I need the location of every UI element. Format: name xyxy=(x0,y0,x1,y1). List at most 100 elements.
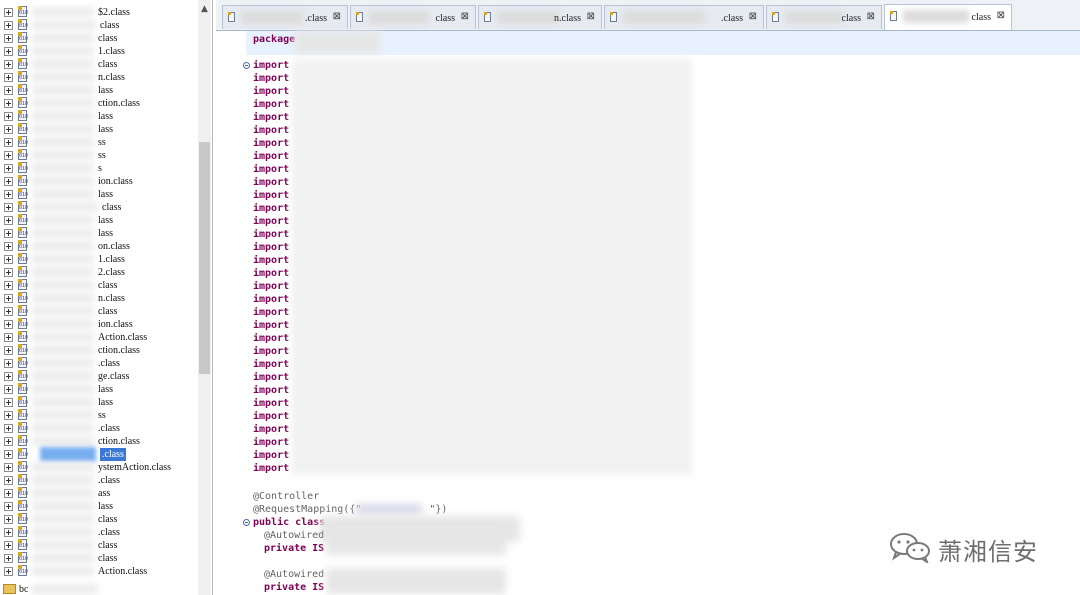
tree-item[interactable]: 010 1.class xyxy=(0,45,198,58)
scroll-thumb[interactable] xyxy=(199,142,210,374)
expand-plus-icon[interactable] xyxy=(4,34,13,43)
tree-item[interactable]: 010 ss xyxy=(0,409,198,422)
tree-item[interactable]: 010 class xyxy=(0,201,198,214)
editor-tab[interactable]: class ⊠ xyxy=(766,5,882,29)
tree-item[interactable]: 010 lass xyxy=(0,214,198,227)
tree-item[interactable]: 010 class xyxy=(0,58,198,71)
expand-plus-icon[interactable] xyxy=(4,554,13,563)
tree-item[interactable]: 010 class xyxy=(0,279,198,292)
expand-plus-icon[interactable] xyxy=(4,60,13,69)
editor-tab[interactable]: .class ⊠ xyxy=(222,5,348,29)
tree-item[interactable]: 010 lass xyxy=(0,227,198,240)
tree-item[interactable]: 010 Action.class xyxy=(0,565,198,578)
tree-item[interactable]: 010 .class xyxy=(0,526,198,539)
expand-plus-icon[interactable] xyxy=(4,268,13,277)
expand-plus-icon[interactable] xyxy=(4,528,13,537)
tree-item[interactable]: 010 on.class xyxy=(0,240,198,253)
tree-item[interactable]: 010 ction.class xyxy=(0,97,198,110)
tree-item[interactable]: 010 lass xyxy=(0,110,198,123)
expand-plus-icon[interactable] xyxy=(4,229,13,238)
editor-tab[interactable]: class ⊠ xyxy=(350,5,476,29)
tree-item[interactable]: 010 lass xyxy=(0,188,198,201)
close-icon[interactable]: ⊠ xyxy=(749,11,757,22)
tree-item[interactable]: 010 1.class xyxy=(0,253,198,266)
tree-item[interactable]: 010 class xyxy=(0,539,198,552)
fold-marker-icon[interactable] xyxy=(243,519,250,526)
close-icon[interactable]: ⊠ xyxy=(461,11,469,22)
expand-plus-icon[interactable] xyxy=(4,567,13,576)
tree-item[interactable]: 010 class xyxy=(0,32,198,45)
expand-plus-icon[interactable] xyxy=(4,21,13,30)
expand-plus-icon[interactable] xyxy=(4,125,13,134)
expand-plus-icon[interactable] xyxy=(4,515,13,524)
expand-plus-icon[interactable] xyxy=(4,450,13,459)
tree-item[interactable]: 010 $2.class xyxy=(0,6,198,19)
expand-plus-icon[interactable] xyxy=(4,424,13,433)
tree-item[interactable]: 010 class xyxy=(0,19,198,32)
tree-scrollbar[interactable]: ▲ xyxy=(198,0,211,595)
expand-plus-icon[interactable] xyxy=(4,333,13,342)
editor-tab[interactable]: class ⊠ xyxy=(884,4,1012,30)
scroll-up-arrow-icon[interactable]: ▲ xyxy=(198,2,211,16)
expand-plus-icon[interactable] xyxy=(4,255,13,264)
tree-item[interactable]: 010 ss xyxy=(0,149,198,162)
fold-marker-icon[interactable] xyxy=(243,62,250,69)
expand-plus-icon[interactable] xyxy=(4,359,13,368)
close-icon[interactable]: ⊠ xyxy=(867,11,875,22)
expand-plus-icon[interactable] xyxy=(4,281,13,290)
expand-plus-icon[interactable] xyxy=(4,47,13,56)
code-editor[interactable]: package import import import import import im… xyxy=(216,31,1080,595)
tree-item[interactable]: 010 2.class xyxy=(0,266,198,279)
close-icon[interactable]: ⊠ xyxy=(587,11,595,22)
expand-plus-icon[interactable] xyxy=(4,346,13,355)
expand-plus-icon[interactable] xyxy=(4,307,13,316)
expand-plus-icon[interactable] xyxy=(4,489,13,498)
expand-plus-icon[interactable] xyxy=(4,437,13,446)
expand-plus-icon[interactable] xyxy=(4,242,13,251)
tree-item[interactable]: 010 class xyxy=(0,305,198,318)
expand-plus-icon[interactable] xyxy=(4,463,13,472)
tree-item[interactable]: 010 lass xyxy=(0,396,198,409)
editor-tab[interactable]: .class ⊠ xyxy=(604,5,764,29)
expand-plus-icon[interactable] xyxy=(4,216,13,225)
tree-item[interactable]: 010 Action.class xyxy=(0,331,198,344)
tree-item[interactable]: 010 ge.class xyxy=(0,370,198,383)
tree-item[interactable]: 010 lass xyxy=(0,500,198,513)
expand-plus-icon[interactable] xyxy=(4,164,13,173)
tree-item[interactable]: 010 ss xyxy=(0,136,198,149)
expand-plus-icon[interactable] xyxy=(4,138,13,147)
tree-item[interactable]: 010 n.class xyxy=(0,71,198,84)
tree-item[interactable]: 010 ction.class xyxy=(0,344,198,357)
editor-tab[interactable]: n.class ⊠ xyxy=(478,5,602,29)
expand-plus-icon[interactable] xyxy=(4,112,13,121)
tree-item-folder[interactable]: bc xyxy=(0,583,198,595)
expand-plus-icon[interactable] xyxy=(4,385,13,394)
expand-plus-icon[interactable] xyxy=(4,294,13,303)
expand-plus-icon[interactable] xyxy=(4,8,13,17)
tree-item[interactable]: 010 lass xyxy=(0,383,198,396)
tree-item[interactable]: 010 ion.class xyxy=(0,175,198,188)
tree-item[interactable]: 010 class xyxy=(0,552,198,565)
tree-item[interactable]: 010 class xyxy=(0,513,198,526)
expand-plus-icon[interactable] xyxy=(4,411,13,420)
tree-item[interactable]: 010 .class xyxy=(0,474,198,487)
tree-item[interactable]: 010 .class xyxy=(0,357,198,370)
expand-plus-icon[interactable] xyxy=(4,99,13,108)
expand-plus-icon[interactable] xyxy=(4,86,13,95)
tree-item[interactable]: 010 ass xyxy=(0,487,198,500)
tree-item[interactable]: 010 .class xyxy=(0,422,198,435)
expand-plus-icon[interactable] xyxy=(4,372,13,381)
expand-plus-icon[interactable] xyxy=(4,73,13,82)
expand-plus-icon[interactable] xyxy=(4,320,13,329)
tree-item[interactable]: 010 .class xyxy=(0,447,198,462)
close-icon[interactable]: ⊠ xyxy=(333,11,341,22)
expand-plus-icon[interactable] xyxy=(4,398,13,407)
tree-item[interactable]: 010 lass xyxy=(0,84,198,97)
tree-item[interactable]: 010 ystemAction.class xyxy=(0,461,198,474)
expand-plus-icon[interactable] xyxy=(4,476,13,485)
tree-item[interactable]: 010 lass xyxy=(0,123,198,136)
expand-plus-icon[interactable] xyxy=(4,541,13,550)
expand-plus-icon[interactable] xyxy=(4,190,13,199)
expand-plus-icon[interactable] xyxy=(4,177,13,186)
close-icon[interactable]: ⊠ xyxy=(997,10,1005,21)
